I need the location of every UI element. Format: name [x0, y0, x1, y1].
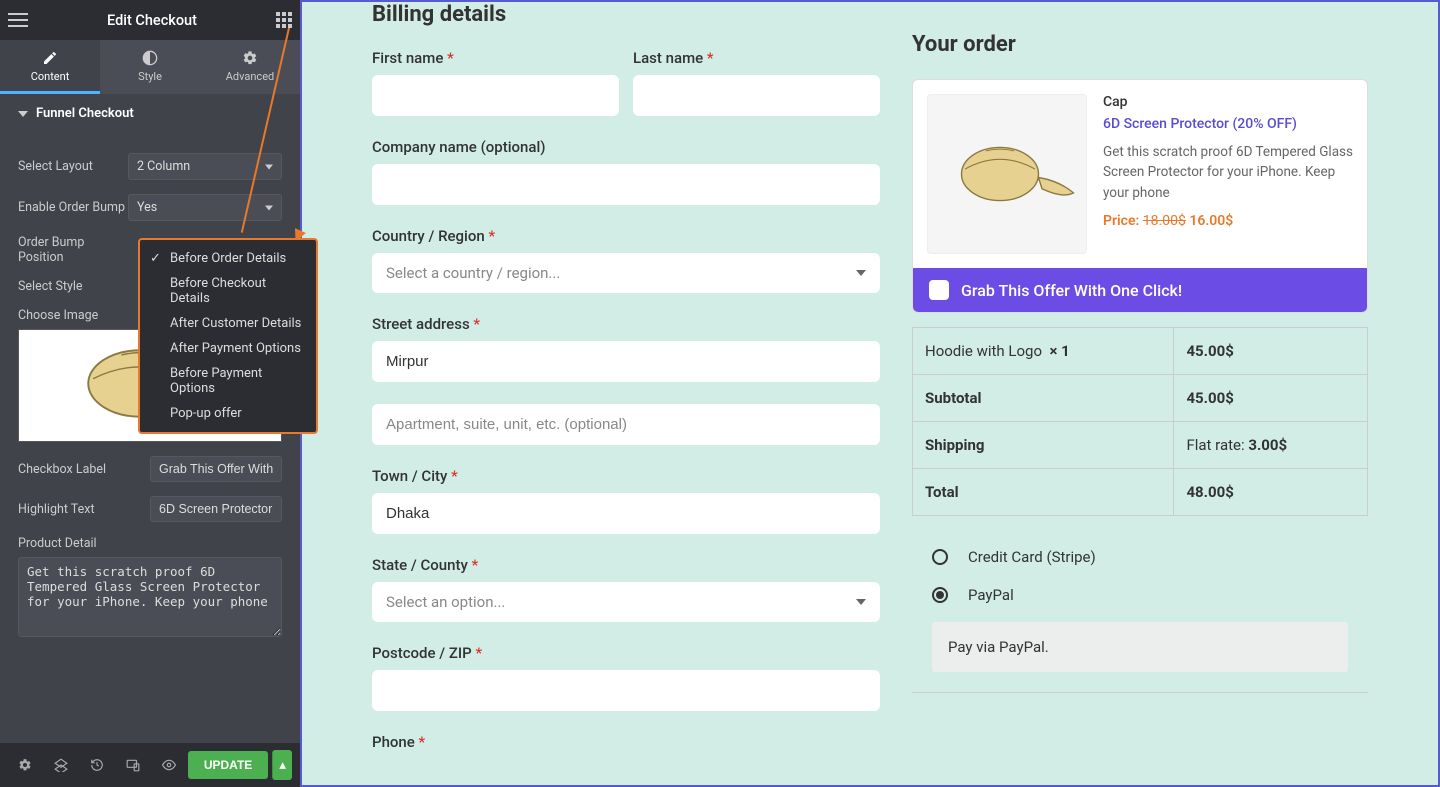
sidebar-title: Edit Checkout	[107, 12, 197, 29]
postcode-label: Postcode / ZIP *	[372, 644, 880, 662]
highlight-text-input[interactable]	[150, 496, 282, 522]
tab-advanced[interactable]: Advanced	[200, 40, 300, 94]
country-select[interactable]: Select a country / region...	[372, 253, 880, 293]
sidebar-header: Edit Checkout	[0, 0, 300, 40]
sidebar-footer: UPDATE ▴	[0, 743, 300, 787]
checkbox-icon	[929, 280, 949, 300]
tab-advanced-label: Advanced	[226, 70, 274, 83]
tab-content-label: Content	[31, 70, 70, 83]
settings-icon[interactable]	[8, 748, 42, 782]
tab-style-label: Style	[138, 70, 162, 83]
bump-highlight: 6D Screen Protector (20% OFF)	[1103, 116, 1353, 132]
enable-order-bump-dropdown[interactable]: Yes	[128, 194, 282, 221]
bump-desc: Get this scratch proof 6D Tempered Glass…	[1103, 142, 1353, 203]
navigator-icon[interactable]	[44, 748, 78, 782]
product-detail-label: Product Detail	[18, 536, 282, 551]
order-bump-card: Cap 6D Screen Protector (20% OFF) Get th…	[912, 79, 1368, 313]
state-select[interactable]: Select an option...	[372, 582, 880, 622]
tabs: Content Style Advanced	[0, 40, 300, 94]
dropdown-item-before-checkout-details[interactable]: Before Checkout Details	[140, 271, 316, 311]
controls-panel: Select Layout 2 Column Enable Order Bump…	[0, 133, 300, 743]
town-input[interactable]	[372, 493, 880, 534]
bump-checkbox-label: Grab This Offer With One Click!	[961, 281, 1182, 300]
payment-methods: Credit Card (Stripe) PayPal Pay via PayP…	[912, 538, 1368, 693]
table-row: Subtotal 45.00$	[913, 375, 1368, 422]
select-layout-label: Select Layout	[18, 159, 128, 174]
tab-content[interactable]: Content	[0, 40, 100, 94]
table-row: Hoodie with Logo × 1 45.00$	[913, 328, 1368, 375]
order-section: Your order Cap 6D Screen Protector (20% …	[912, 2, 1368, 781]
order-bump-position-menu: Before Order Details Before Checkout Det…	[138, 238, 318, 434]
billing-heading: Billing details	[372, 2, 880, 27]
street-label: Street address *	[372, 315, 880, 333]
last-name-label: Last name *	[633, 49, 880, 67]
order-heading: Your order	[912, 32, 1368, 57]
order-bump-position-label: Order Bump Position	[18, 235, 128, 265]
responsive-icon[interactable]	[116, 748, 150, 782]
last-name-input[interactable]	[633, 75, 880, 116]
divider	[912, 692, 1368, 693]
menu-icon[interactable]	[8, 13, 28, 27]
editor-sidebar: Edit Checkout Content Style Advanced Fun…	[0, 0, 300, 787]
dropdown-item-after-customer-details[interactable]: After Customer Details	[140, 311, 316, 336]
phone-label: Phone *	[372, 733, 880, 751]
highlight-text-label: Highlight Text	[18, 502, 128, 517]
preview-icon[interactable]	[152, 748, 186, 782]
company-input[interactable]	[372, 164, 880, 205]
caret-down-icon	[18, 111, 28, 117]
update-button[interactable]: UPDATE	[188, 751, 268, 779]
contrast-icon	[142, 50, 158, 66]
tab-style[interactable]: Style	[100, 40, 200, 94]
payment-option-paypal[interactable]: PayPal	[912, 576, 1368, 614]
bump-price: Price: 18.00$ 16.00$	[1103, 213, 1353, 229]
section-funnel-checkout[interactable]: Funnel Checkout	[0, 94, 300, 133]
product-detail-textarea[interactable]: Get this scratch proof 6D Tempered Glass…	[18, 557, 282, 637]
order-summary-table: Hoodie with Logo × 1 45.00$ Subtotal 45.…	[912, 327, 1368, 516]
bump-checkbox[interactable]: Grab This Offer With One Click!	[913, 268, 1367, 312]
payment-stripe-label: Credit Card (Stripe)	[968, 548, 1096, 566]
select-style-label: Select Style	[18, 279, 128, 294]
company-label: Company name (optional)	[372, 138, 880, 156]
town-label: Town / City *	[372, 467, 880, 485]
payment-option-stripe[interactable]: Credit Card (Stripe)	[912, 538, 1368, 576]
billing-section: Billing details First name * Last name *…	[372, 2, 880, 781]
select-layout-dropdown[interactable]: 2 Column	[128, 153, 282, 180]
history-icon[interactable]	[80, 748, 114, 782]
table-row: Total 48.00$	[913, 469, 1368, 516]
bump-product-image	[927, 94, 1087, 254]
payment-paypal-label: PayPal	[968, 586, 1014, 604]
dropdown-item-pop-up-offer[interactable]: Pop-up offer	[140, 401, 316, 426]
street-input-2[interactable]	[372, 404, 880, 445]
first-name-label: First name *	[372, 49, 619, 67]
cap-image-icon	[937, 124, 1077, 224]
preview-area[interactable]: Billing details First name * Last name *…	[300, 0, 1440, 787]
radio-icon	[932, 549, 948, 565]
checkbox-label-label: Checkbox Label	[18, 462, 128, 477]
gear-icon	[242, 50, 258, 66]
section-title-label: Funnel Checkout	[36, 106, 134, 121]
state-label: State / County *	[372, 556, 880, 574]
street-input[interactable]	[372, 341, 880, 382]
dropdown-item-before-order-details[interactable]: Before Order Details	[140, 246, 316, 271]
table-row: Shipping Flat rate: 3.00$	[913, 422, 1368, 469]
pencil-icon	[42, 50, 58, 66]
radio-icon	[932, 587, 948, 603]
update-caret-button[interactable]: ▴	[272, 750, 292, 780]
enable-order-bump-label: Enable Order Bump	[18, 200, 128, 215]
apps-icon[interactable]	[276, 12, 292, 28]
checkbox-label-input[interactable]	[150, 456, 282, 482]
first-name-input[interactable]	[372, 75, 619, 116]
country-label: Country / Region *	[372, 227, 880, 245]
dropdown-item-before-payment-options[interactable]: Before Payment Options	[140, 361, 316, 401]
dropdown-item-after-payment-options[interactable]: After Payment Options	[140, 336, 316, 361]
payment-paypal-desc: Pay via PayPal.	[932, 622, 1348, 672]
bump-title: Cap	[1103, 94, 1353, 110]
postcode-input[interactable]	[372, 670, 880, 711]
